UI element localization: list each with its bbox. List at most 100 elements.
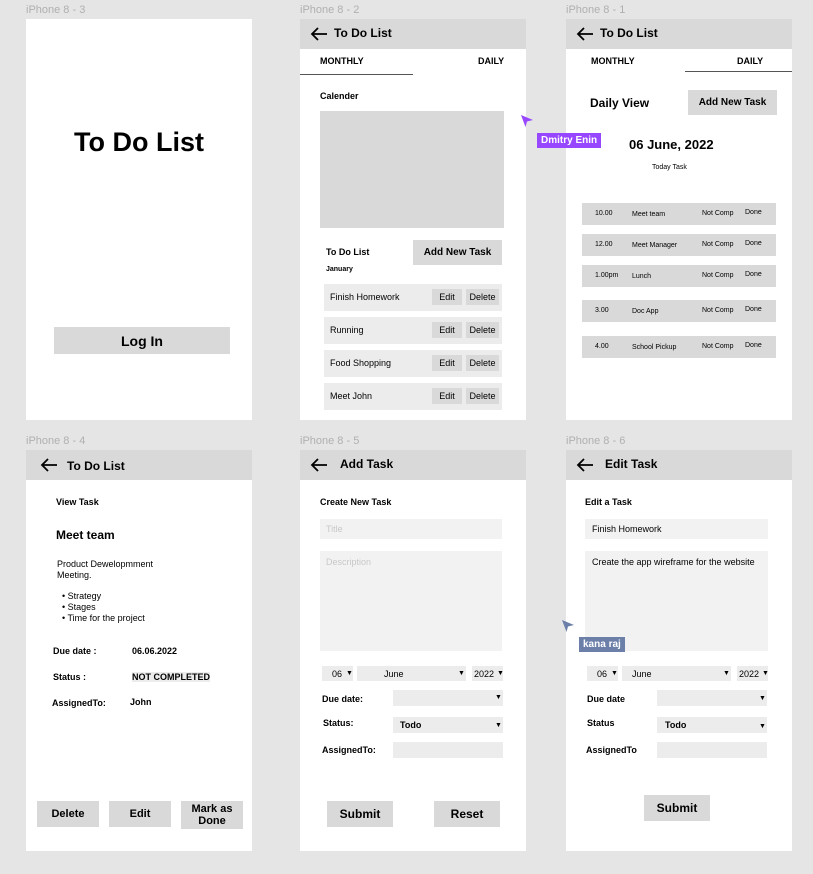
tab-daily[interactable]: DAILY: [478, 56, 504, 66]
status-value: Todo: [400, 720, 422, 730]
tab-underline: [685, 71, 792, 72]
schedule-task: Meet team: [632, 211, 666, 218]
frame-label: iPhone 8 - 2: [300, 4, 360, 16]
schedule-row[interactable]: 10.00 Meet team Not Comp Done: [582, 203, 776, 225]
cursor-pointer-icon: [521, 115, 533, 127]
section-title: Create New Task: [320, 497, 392, 507]
back-arrow-icon[interactable]: [310, 26, 328, 42]
chevron-down-icon: ▼: [723, 670, 730, 677]
tab-monthly[interactable]: MONTHLY: [320, 56, 364, 66]
edit-button[interactable]: Edit: [109, 801, 171, 827]
due-date-label: Due date :: [53, 646, 97, 656]
back-arrow-icon[interactable]: [576, 457, 594, 473]
back-arrow-icon[interactable]: [310, 457, 328, 473]
add-task-button[interactable]: Add New Task: [688, 90, 777, 115]
reset-button[interactable]: Reset: [434, 801, 500, 827]
day-select[interactable]: 06 ▼: [322, 666, 353, 681]
schedule-row[interactable]: 1.00pm Lunch Not Comp Done: [582, 265, 776, 287]
calendar-placeholder[interactable]: [320, 111, 504, 228]
edit-button[interactable]: Edit: [432, 388, 462, 404]
frame-label: iPhone 8 - 6: [566, 435, 626, 447]
login-button[interactable]: Log In: [54, 327, 230, 354]
app-header: To Do List: [566, 19, 792, 49]
schedule-row[interactable]: 3.00 Doc App Not Comp Done: [582, 300, 776, 322]
edit-button[interactable]: Edit: [432, 289, 462, 305]
list-title: To Do List: [326, 247, 370, 257]
bullet-text: Time for the project: [67, 613, 145, 623]
status-select[interactable]: Todo ▼: [657, 717, 767, 733]
done-button[interactable]: Done: [745, 209, 762, 216]
collaborator-tag: Dmitry Enin: [537, 133, 602, 148]
title-placeholder: Title: [326, 524, 343, 534]
done-button[interactable]: Done: [745, 342, 762, 349]
due-date-value: 06.06.2022: [132, 646, 178, 656]
title-field[interactable]: Finish Homework: [585, 519, 768, 539]
delete-button[interactable]: Delete: [466, 355, 499, 371]
submit-button[interactable]: Submit: [644, 795, 710, 821]
app-header: To Do List: [300, 19, 526, 49]
back-arrow-icon[interactable]: [576, 26, 594, 42]
done-button[interactable]: Done: [745, 240, 762, 247]
status-select[interactable]: Todo ▼: [393, 717, 503, 733]
bullet-text: Stages: [67, 602, 96, 612]
due-date-select[interactable]: ▼: [657, 690, 767, 706]
delete-button[interactable]: Delete: [466, 322, 499, 338]
due-date-select[interactable]: ▼: [393, 690, 503, 706]
chevron-down-icon: ▼: [346, 670, 353, 677]
month-value: June: [384, 669, 404, 679]
day-value: 06: [332, 669, 343, 679]
due-date-label: Due date:: [322, 694, 364, 704]
view-task-screen: To Do List View Task Meet team Product D…: [26, 450, 252, 851]
schedule-time: 3.00: [595, 307, 609, 314]
done-button[interactable]: Done: [745, 271, 762, 278]
schedule-row[interactable]: 4.00 School Pickup Not Comp Done: [582, 336, 776, 358]
schedule-status: Not Comp: [702, 241, 734, 248]
edit-button[interactable]: Edit: [432, 355, 462, 371]
title-field[interactable]: Title: [320, 519, 502, 539]
delete-button[interactable]: Delete: [466, 388, 499, 404]
add-task-button[interactable]: Add New Task: [413, 240, 502, 265]
back-arrow-icon[interactable]: [40, 457, 58, 473]
tab-monthly[interactable]: MONTHLY: [591, 56, 635, 66]
delete-button[interactable]: Delete: [466, 289, 499, 305]
header-title: Add Task: [340, 457, 394, 471]
header-title: To Do List: [334, 26, 392, 40]
collaborator-tag: kana raj: [579, 637, 625, 652]
tab-daily[interactable]: DAILY: [737, 56, 763, 66]
delete-button[interactable]: Delete: [37, 801, 99, 827]
assigned-field[interactable]: [393, 742, 503, 758]
done-button[interactable]: Done: [745, 306, 762, 313]
task-name: Running: [330, 325, 364, 335]
app-header: Add Task: [300, 450, 526, 480]
app-title: To Do List: [74, 127, 204, 157]
assigned-field[interactable]: [657, 742, 767, 758]
chevron-down-icon: ▼: [759, 723, 766, 730]
chevron-down-icon: ▼: [759, 695, 766, 702]
day-value: 06: [597, 669, 608, 679]
submit-button[interactable]: Submit: [327, 801, 393, 827]
schedule-task: School Pickup: [632, 344, 677, 351]
daily-view-title: Daily View: [590, 96, 650, 110]
month-select[interactable]: June ▼: [622, 666, 731, 681]
schedule-row[interactable]: 12.00 Meet Manager Not Comp Done: [582, 234, 776, 256]
year-select[interactable]: 2022 ▼: [737, 666, 769, 681]
task-row: Food Shopping Edit Delete: [324, 350, 502, 377]
description-field[interactable]: Create the app wireframe for the website: [585, 551, 768, 651]
chevron-down-icon: ▼: [458, 670, 465, 677]
description-field[interactable]: Description: [320, 551, 502, 651]
mark-done-label: Mark as: [191, 803, 233, 815]
chevron-down-icon: ▼: [495, 694, 502, 701]
section-title: Edit a Task: [585, 497, 632, 507]
year-select[interactable]: 2022 ▼: [472, 666, 504, 681]
description-placeholder: Description: [326, 557, 372, 567]
chevron-down-icon: ▼: [495, 722, 502, 729]
mark-done-label: Done: [198, 815, 226, 827]
day-select[interactable]: 06 ▼: [587, 666, 618, 681]
assigned-value: John: [130, 697, 152, 707]
month-select[interactable]: June ▼: [357, 666, 466, 681]
schedule-task: Meet Manager: [632, 242, 678, 249]
edit-button[interactable]: Edit: [432, 322, 462, 338]
mark-done-button[interactable]: Mark as Done: [181, 801, 243, 829]
section-title: View Task: [56, 497, 99, 507]
frame-label: iPhone 8 - 1: [566, 4, 626, 16]
